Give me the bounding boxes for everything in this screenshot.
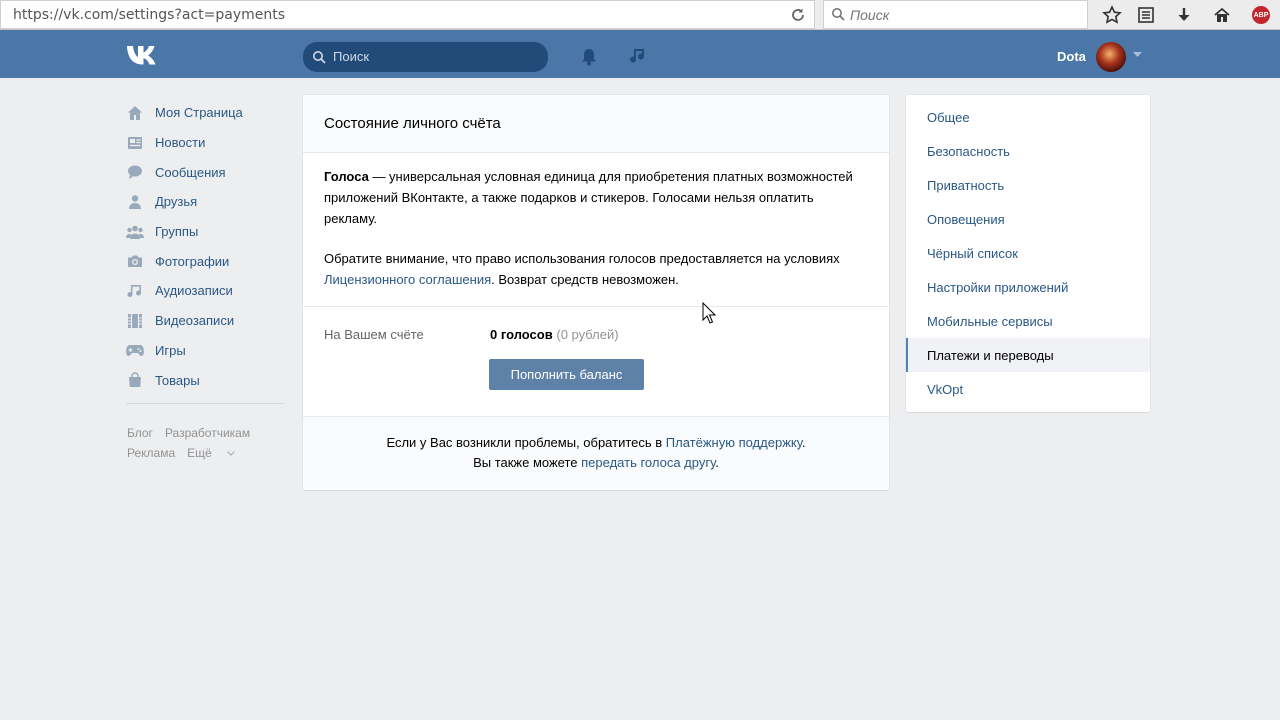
sidebar-item-games[interactable]: Игры — [126, 336, 286, 366]
support-text: Если у Вас возникли проблемы, обратитесь… — [386, 435, 666, 450]
browser-search-input[interactable]: Поиск — [823, 0, 1088, 29]
url-text: https://vk.com/settings?act=payments — [13, 7, 286, 23]
sidebar-item-label: Игры — [155, 342, 186, 358]
sidebar-item-label: Группы — [155, 224, 199, 240]
card-footer: Если у Вас возникли проблемы, обратитесь… — [303, 416, 889, 490]
intro-paragraph: Голоса — универсальная условная единица … — [324, 166, 868, 229]
payment-support-link[interactable]: Платёжную поддержку — [666, 435, 802, 450]
star-icon[interactable] — [1101, 4, 1123, 26]
card-description: Голоса — универсальная условная единица … — [303, 153, 889, 307]
chevron-down-icon — [227, 451, 235, 457]
transfer-text-end: . — [715, 455, 719, 470]
chevron-down-icon[interactable] — [1133, 52, 1142, 58]
user-name[interactable]: Dota — [1057, 49, 1086, 64]
balance-value: 0 голосов (0 рублей) — [490, 327, 619, 342]
footer-more-label: Ещё — [187, 446, 212, 460]
sidebar-item-label: Фотографии — [155, 253, 230, 269]
music-icon[interactable] — [628, 46, 648, 66]
sidebar-item-label: Видеозаписи — [155, 313, 235, 329]
sidebar-item-audio[interactable]: Аудиозаписи — [126, 276, 286, 306]
browser-search-placeholder: Поиск — [850, 7, 890, 23]
sidebar-footer-links: Блог Разработчикам Реклама Ещё — [127, 423, 287, 463]
balance-rubles: (0 рублей) — [556, 327, 619, 342]
page-title: Состояние личного счёта — [324, 115, 501, 132]
settings-tab-security[interactable]: Безопасность — [906, 135, 1150, 169]
bookmarks-list-icon[interactable] — [1135, 4, 1157, 26]
address-bar[interactable]: https://vk.com/settings?act=payments — [0, 0, 815, 29]
search-icon — [313, 51, 326, 64]
topup-balance-button[interactable]: Пополнить баланс — [489, 359, 644, 390]
bell-icon[interactable] — [579, 47, 599, 67]
license-agreement-link[interactable]: Лицензионного соглашения — [324, 272, 491, 287]
sidebar-item-goods[interactable]: Товары — [126, 365, 286, 395]
settings-tab-payments[interactable]: Платежи и переводы — [906, 338, 1150, 373]
notice-text: Обратите внимание, что право использован… — [324, 251, 840, 266]
settings-tab-vkopt[interactable]: VkOpt — [906, 372, 1150, 406]
settings-tab-app-settings[interactable]: Настройки приложений — [906, 270, 1150, 304]
reload-icon[interactable] — [790, 7, 806, 23]
adblock-icon[interactable]: ABP — [1250, 4, 1272, 26]
sidebar-item-friends[interactable]: Друзья — [126, 187, 286, 217]
shopping-bag-icon — [126, 371, 144, 389]
friends-icon — [126, 193, 144, 211]
sidebar-item-photos[interactable]: Фотографии — [126, 246, 286, 276]
intro-term: Голоса — [324, 169, 369, 184]
settings-tab-general[interactable]: Общее — [906, 101, 1150, 135]
card-header: Состояние личного счёта — [303, 95, 889, 153]
download-icon[interactable] — [1173, 4, 1195, 26]
browser-toolbar: https://vk.com/settings?act=payments Пои… — [0, 0, 1280, 30]
avatar[interactable] — [1096, 42, 1126, 72]
balance-label: На Вашем счёте — [324, 327, 424, 342]
support-text-end: . — [801, 435, 806, 450]
payments-card: Состояние личного счёта Голоса — универс… — [303, 95, 889, 490]
home-icon[interactable] — [1211, 4, 1233, 26]
home-icon — [126, 104, 144, 122]
sidebar-item-my-page[interactable]: Моя Страница — [126, 98, 286, 128]
settings-tab-mobile-services[interactable]: Мобильные сервисы — [906, 304, 1150, 338]
footer-link-developers[interactable]: Разработчикам — [165, 426, 250, 440]
messages-icon — [126, 163, 144, 181]
gamepad-icon — [126, 341, 144, 359]
sidebar-item-videos[interactable]: Видеозаписи — [126, 306, 286, 336]
left-sidebar: Моя Страница Новости Сообщения Друзья Гр… — [126, 98, 286, 395]
settings-tab-privacy[interactable]: Приватность — [906, 169, 1150, 203]
mouse-cursor-icon — [702, 302, 716, 324]
sidebar-item-label: Моя Страница — [155, 105, 243, 121]
settings-menu: Общее Безопасность Приватность Оповещени… — [906, 95, 1150, 412]
sidebar-item-news[interactable]: Новости — [126, 128, 286, 158]
footer-link-ads[interactable]: Реклама — [127, 446, 175, 460]
balance-votes: 0 голосов — [490, 327, 553, 342]
sidebar-item-messages[interactable]: Сообщения — [126, 157, 286, 187]
transfer-text: Вы также можете — [473, 455, 582, 470]
settings-tab-notifications[interactable]: Оповещения — [906, 203, 1150, 237]
search-icon — [832, 8, 845, 21]
sidebar-item-label: Друзья — [155, 194, 198, 210]
sidebar-item-groups[interactable]: Группы — [126, 217, 286, 247]
sidebar-divider — [126, 403, 284, 404]
vk-search-input[interactable]: Поиск — [303, 42, 548, 72]
support-line: Если у Вас возникли проблемы, обратитесь… — [303, 433, 889, 453]
transfer-line: Вы также можете передать голоса другу. — [303, 453, 889, 473]
transfer-votes-link[interactable]: передать голоса другу — [581, 455, 715, 470]
groups-icon — [126, 223, 144, 241]
settings-tab-blacklist[interactable]: Чёрный список — [906, 237, 1150, 271]
film-icon — [126, 312, 144, 330]
notice-text-end: . Возврат средств невозможен. — [491, 272, 679, 287]
sidebar-item-label: Аудиозаписи — [155, 283, 233, 299]
music-note-icon — [126, 282, 144, 300]
sidebar-item-label: Новости — [155, 135, 206, 151]
vk-logo-icon[interactable] — [126, 44, 164, 66]
adblock-label: ABP — [1252, 6, 1270, 24]
intro-text: — универсальная условная единица для при… — [324, 169, 853, 226]
sidebar-item-label: Товары — [155, 372, 200, 388]
sidebar-item-label: Сообщения — [155, 164, 226, 180]
news-icon — [126, 134, 144, 152]
camera-icon — [126, 252, 144, 270]
vk-search-placeholder: Поиск — [333, 49, 370, 64]
footer-link-more[interactable]: Ещё — [187, 446, 235, 460]
notice-paragraph: Обратите внимание, что право использован… — [324, 248, 868, 290]
footer-link-blog[interactable]: Блог — [127, 426, 153, 440]
